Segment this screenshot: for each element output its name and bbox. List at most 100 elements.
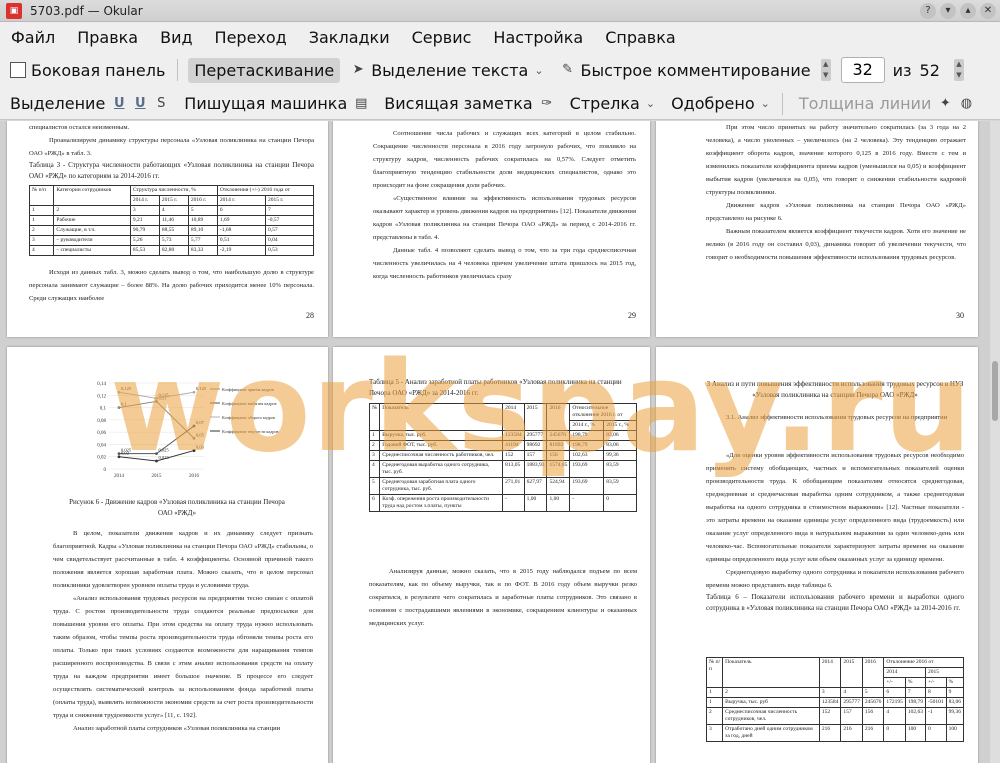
table-3: № п/п Категории сотрудников Структура чи…: [28, 185, 315, 256]
highlight-button[interactable]: Выделение: [4, 91, 111, 116]
y-tick-label: 0,04: [97, 443, 106, 448]
typewriter-button[interactable]: Пишущая машинка: [178, 91, 353, 116]
quick-comment-button[interactable]: ✎ Быстрое комментирование: [554, 58, 817, 83]
x-tick-label: 2015: [152, 474, 163, 479]
menu-view[interactable]: Вид: [149, 28, 203, 47]
annotation-toolbar: Выделение U U S Пишущая машинка ▤ Висяща…: [0, 88, 1000, 120]
data-label: 0,07: [196, 420, 205, 426]
data-point: [192, 424, 196, 428]
table-cell: 83,59: [603, 477, 637, 495]
table-cell: Среднегодовая заработная плата одного со…: [379, 477, 504, 495]
personnel-movement-chart: 0,14 0,12 0,1 0,08 0,06 0,04 0,02 0 2014 2015 2016…: [97, 382, 278, 479]
menu-bookmarks[interactable]: Закладки: [298, 28, 401, 47]
table-cell: 0,57: [264, 225, 315, 236]
page-text: Соотношение числа рабочих и служащих все…: [373, 127, 636, 283]
text-select-button[interactable]: ➤ Выделение текста ⌄: [344, 58, 549, 83]
menu-help[interactable]: Справка: [594, 28, 687, 47]
menu-edit[interactable]: Правка: [66, 28, 149, 47]
table-cell: 4: [28, 245, 55, 256]
help-icon[interactable]: ?: [920, 3, 936, 19]
table-cell: -: [502, 494, 525, 512]
menu-file[interactable]: Файл: [0, 28, 66, 47]
table-cell: – руководители: [53, 235, 131, 246]
popup-note-button[interactable]: Висящая заметка: [378, 91, 538, 116]
table-header: 2015: [840, 657, 863, 688]
table-subheader: 2014 г.: [216, 195, 266, 206]
table-row: 4 Среднегодовая выработка одного сотрудни…: [368, 460, 637, 478]
paragraph: Среднегодовую выработку одного сотрудник…: [706, 569, 964, 589]
menu-tools[interactable]: Сервис: [401, 28, 483, 47]
data-point: [192, 436, 196, 440]
arrow-button[interactable]: Стрелка ⌄: [564, 91, 661, 116]
table-cell: 3: [818, 687, 842, 698]
arrow-label: Стрелка: [569, 94, 640, 113]
menu-settings[interactable]: Настройка: [482, 28, 594, 47]
table-cell: Среднегодовая выработка одного сотрудник…: [379, 460, 504, 478]
scrollbar-thumb[interactable]: [992, 361, 998, 421]
stamp-label: Одобрено: [671, 94, 755, 113]
subsection-heading: 3.1. Анализ эффективности использования …: [726, 414, 948, 421]
table-cell: 8: [925, 687, 947, 698]
underline-icon[interactable]: U: [111, 96, 127, 112]
next-page-button[interactable]: ▲ ▼: [953, 59, 964, 81]
table-cell: 5,26: [129, 235, 160, 246]
paint-icon[interactable]: ✦: [937, 96, 953, 112]
table-cell: 2: [53, 205, 131, 216]
chevron-down-icon[interactable]: ⌄: [534, 64, 543, 77]
chevron-down-icon[interactable]: ⌄: [646, 97, 655, 110]
table-cell: 245676: [861, 697, 885, 708]
main-toolbar: Боковая панель Перетаскивание ➤ Выделени…: [0, 52, 1000, 88]
page-32: Таблица 5 - Анализ заработной платы рабо…: [333, 347, 650, 763]
strikeout-icon[interactable]: S: [153, 96, 169, 112]
table-cell: 0: [883, 724, 906, 742]
previous-page-button[interactable]: ▲ ▼: [820, 59, 831, 81]
table-cell: 157: [840, 707, 863, 725]
table-cell: 83,06: [603, 430, 637, 441]
paragraph: Исходя из данных табл. 3, можно сделать …: [29, 269, 314, 302]
table-caption: Таблица 6 – Показатели использования раб…: [706, 593, 964, 612]
menu-go[interactable]: Переход: [204, 28, 298, 47]
table-cell: 2: [722, 687, 820, 698]
table-cell: 1,00: [546, 494, 571, 512]
table-cell: Коэф. опережения роста производительност…: [379, 494, 504, 512]
data-point: [192, 390, 196, 394]
document-viewport[interactable]: специалистов остался неизменным. Проанал…: [0, 121, 1000, 763]
table-cell: 198,79: [569, 440, 605, 451]
chevron-down-icon[interactable]: ⌄: [761, 97, 770, 110]
paragraph: Проанализируем динамику структуры персон…: [29, 137, 314, 157]
table-cell: 1: [368, 430, 381, 441]
browse-tool-button[interactable]: Перетаскивание: [188, 57, 341, 83]
minimize-icon[interactable]: ▾: [940, 3, 956, 19]
table-cell: 6: [216, 205, 266, 216]
table-cell: 3: [28, 235, 55, 246]
eraser-icon[interactable]: ◍: [958, 96, 974, 112]
typewriter-label: Пишущая машинка: [184, 94, 348, 113]
table-row: 2 Среднесписочная численность сотрудников…: [705, 707, 965, 725]
page-text: В целом, показатели движения кадров и их…: [53, 527, 313, 735]
table-cell: 1,69: [216, 215, 266, 226]
table-cell: Выручка, тыс. руб: [722, 697, 820, 708]
maximize-icon[interactable]: ▴: [960, 3, 976, 19]
arrow-tool-icon[interactable]: ✑: [539, 96, 555, 112]
legend-label: Коэффициент выбытия кадров: [222, 401, 277, 406]
table-cell: 152: [818, 707, 842, 725]
close-icon[interactable]: ✕: [980, 3, 996, 19]
table-cell: 81892: [546, 440, 571, 451]
page-33: 3 Анализ и пути повышения эффективности …: [656, 347, 978, 763]
table-cell: 1,00: [523, 494, 548, 512]
table-header: Отклонение 2016 от: [883, 657, 964, 668]
line-width-button[interactable]: Толщина линии: [793, 91, 938, 116]
table-header: 2016: [546, 403, 571, 431]
sidebar-button[interactable]: Боковая панель: [4, 58, 171, 83]
stamp-button[interactable]: Одобрено ⌄: [665, 91, 776, 116]
squiggle-icon[interactable]: U: [132, 96, 148, 112]
page-29: Соотношение числа рабочих и служащих все…: [333, 121, 650, 337]
table-cell: 4: [840, 687, 863, 698]
paragraph: Анализируя данные, можно сказать, что в …: [369, 568, 637, 627]
page-number-input[interactable]: 32: [840, 57, 885, 83]
table-cell: Среднесписочная численность работников, …: [379, 450, 504, 461]
table-cell: 193,69: [569, 460, 605, 478]
vertical-scrollbar[interactable]: [990, 121, 1000, 763]
note-icon[interactable]: ▤: [353, 96, 369, 112]
table-cell: 524,94: [546, 477, 571, 495]
